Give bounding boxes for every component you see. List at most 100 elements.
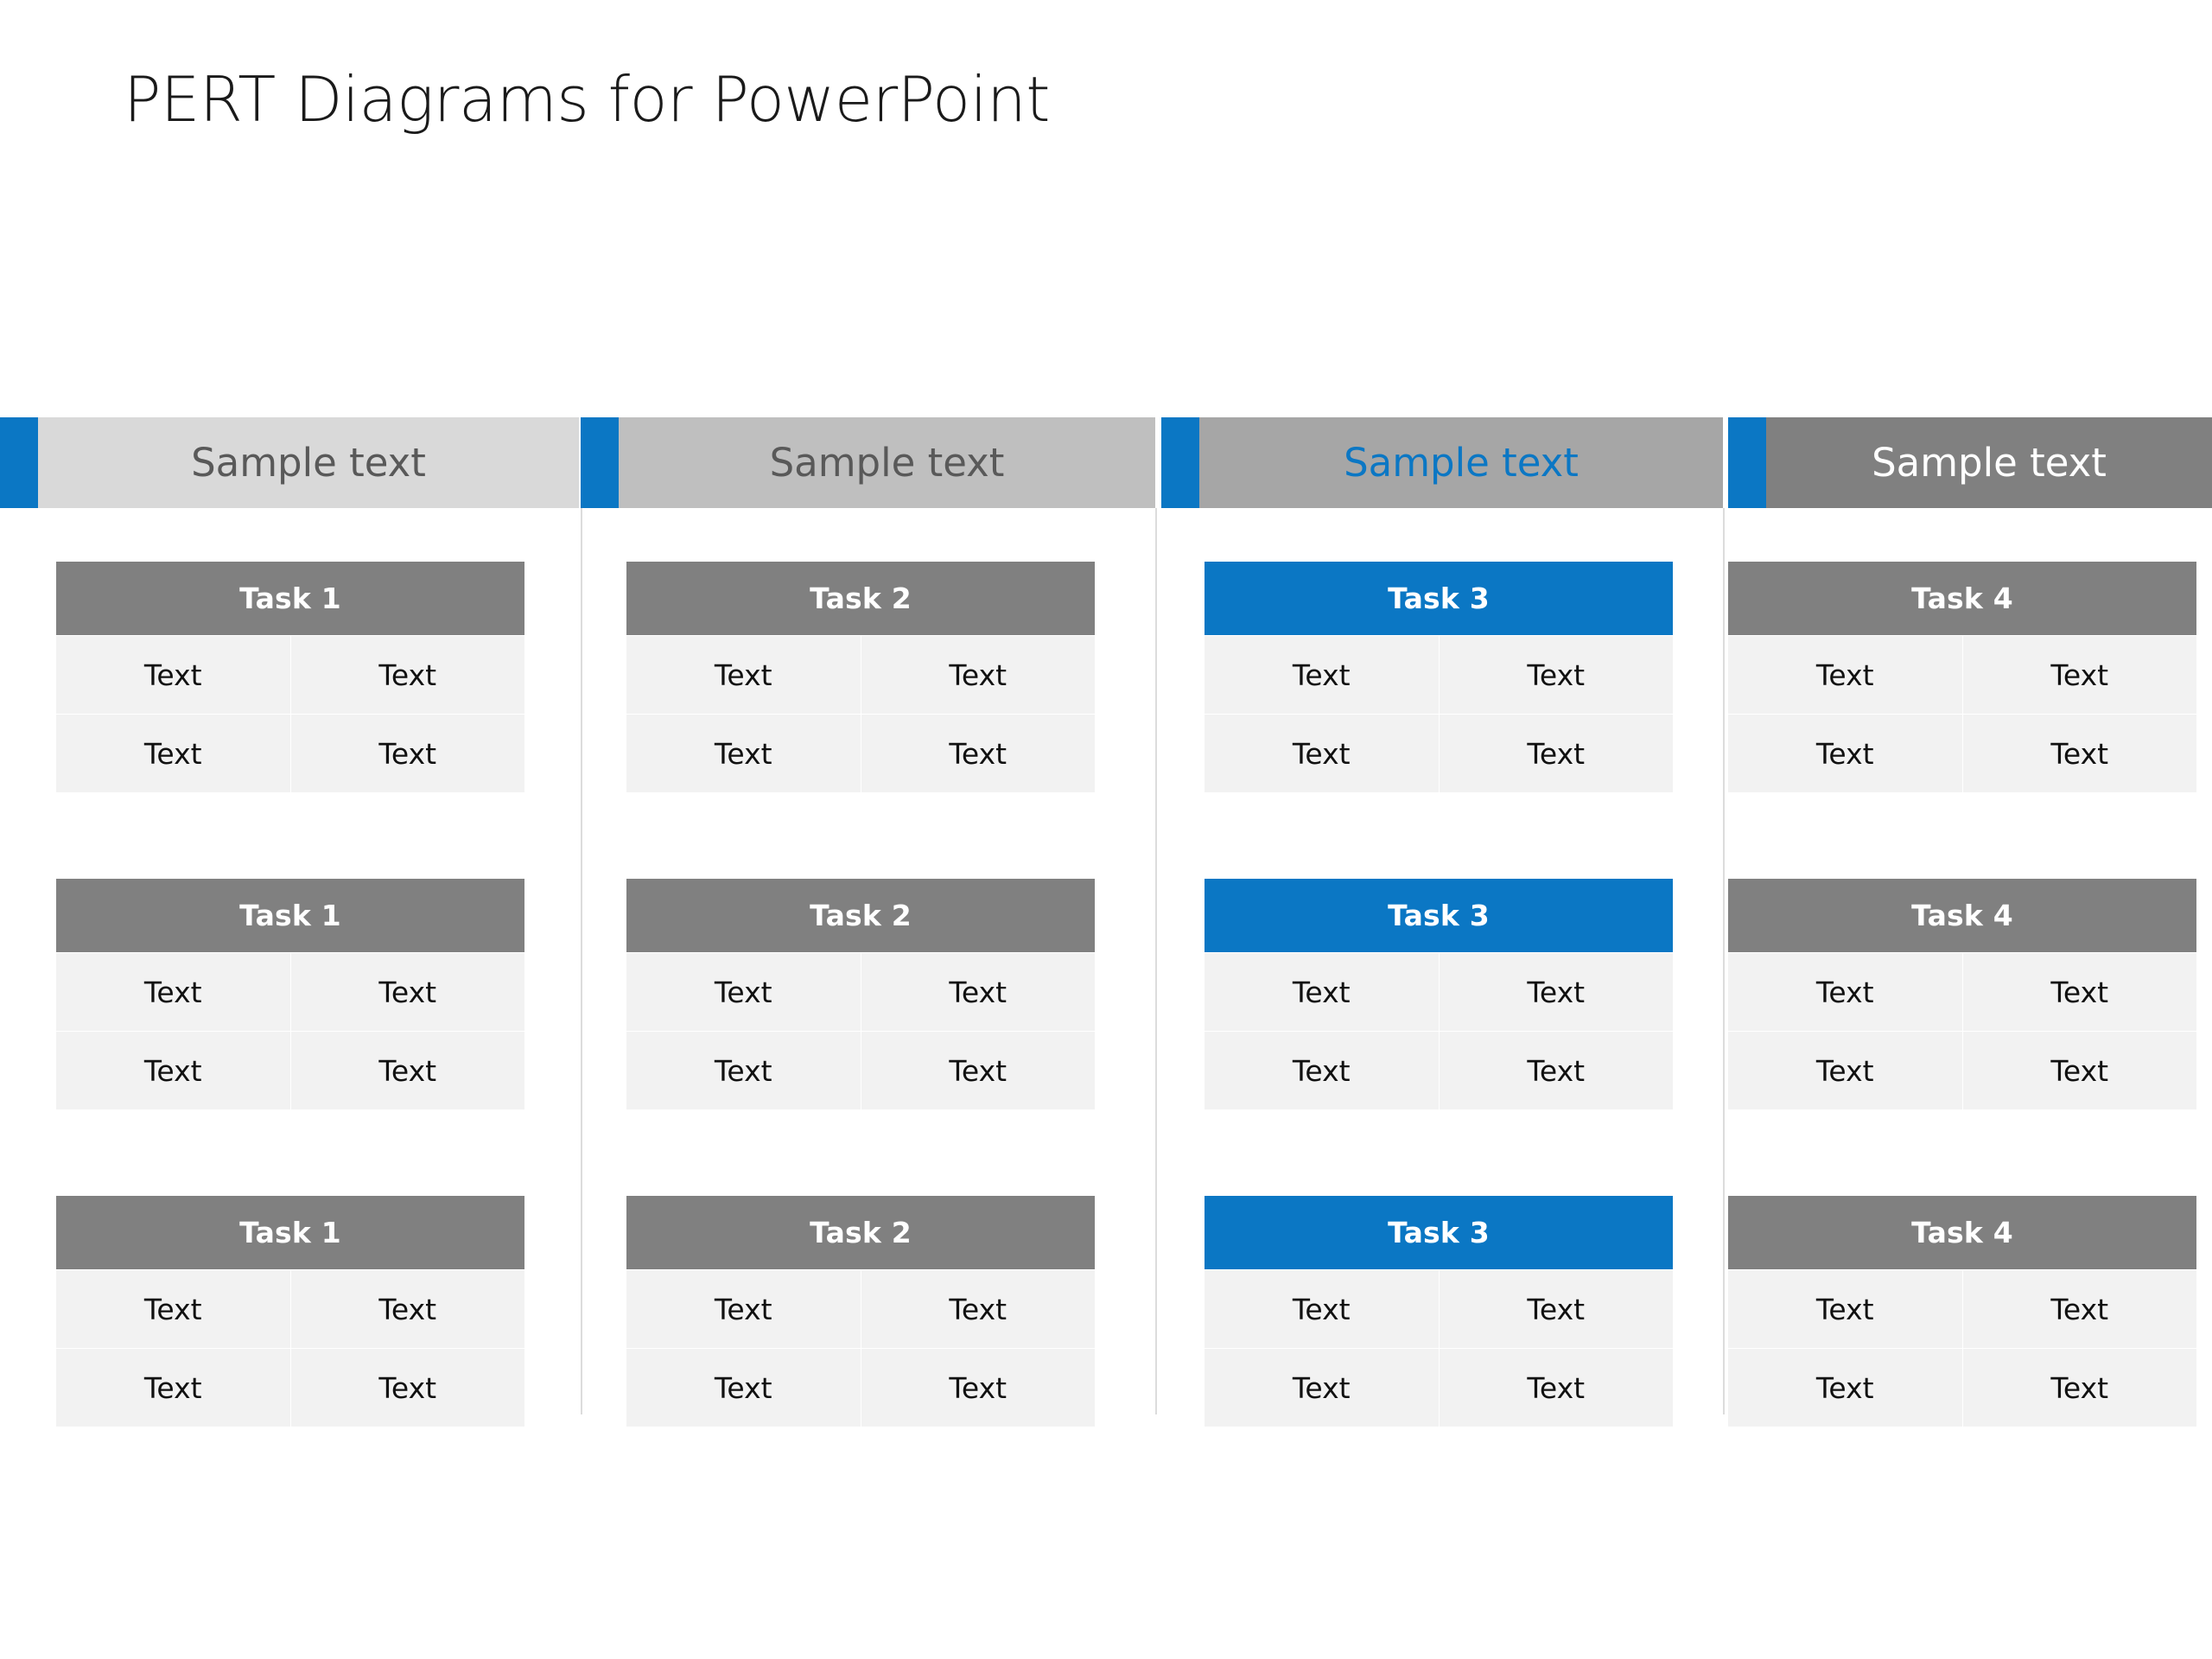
task-cell[interactable]: Text (56, 636, 290, 714)
pert-column-3: Sample text Task 3 Text Text Text Text T… (1161, 417, 1723, 1427)
task-card-title: Task 2 (810, 899, 912, 932)
column-separator (1723, 508, 1725, 1414)
task-cell[interactable]: Text (290, 636, 524, 714)
column-header-2[interactable]: Sample text (581, 417, 1155, 508)
column-header-label: Sample text (1872, 440, 2107, 486)
task-card[interactable]: Task 1 Text Text Text Text (56, 1196, 524, 1427)
task-card-title-bar: Task 2 (626, 879, 1095, 952)
task-card-title-bar: Task 1 (56, 1196, 524, 1269)
task-cell[interactable]: Text (626, 1270, 861, 1348)
task-cell[interactable]: Text (861, 636, 1095, 714)
task-cell[interactable]: Text (626, 1349, 861, 1427)
task-card-title: Task 4 (1911, 1216, 2013, 1249)
task-cell[interactable]: Text (56, 1032, 290, 1109)
task-card-title: Task 3 (1388, 582, 1490, 615)
task-cell[interactable]: Text (861, 715, 1095, 792)
column-header-3[interactable]: Sample text (1161, 417, 1723, 508)
task-cell[interactable]: Text (626, 1032, 861, 1109)
task-cell[interactable]: Text (861, 1270, 1095, 1348)
task-card-title-bar: Task 2 (626, 1196, 1095, 1269)
task-cell[interactable]: Text (1205, 715, 1439, 792)
task-cell[interactable]: Text (1205, 1270, 1439, 1348)
task-cell[interactable]: Text (290, 1349, 524, 1427)
task-card-title-bar: Task 3 (1205, 562, 1673, 635)
column-header-body: Sample text (619, 417, 1155, 508)
column-header-1[interactable]: Sample text (0, 417, 579, 508)
task-cell[interactable]: Text (56, 715, 290, 792)
page-title: PERT Diagrams for PowerPoint (124, 63, 1050, 136)
task-card[interactable]: Task 3 Text Text Text Text (1205, 1196, 1673, 1427)
task-cell[interactable]: Text (56, 1270, 290, 1348)
task-card[interactable]: Task 3 Text Text Text Text (1205, 562, 1673, 792)
task-card[interactable]: Task 2 Text Text Text Text (626, 879, 1095, 1109)
task-card-title-bar: Task 3 (1205, 879, 1673, 952)
task-card[interactable]: Task 1 Text Text Text Text (56, 879, 524, 1109)
task-card-title: Task 1 (239, 582, 341, 615)
pert-column-2: Sample text Task 2 Text Text Text Text T… (581, 417, 1155, 1427)
task-cell[interactable]: Text (861, 1349, 1095, 1427)
task-card-grid: Text Text Text Text (1728, 952, 2196, 1109)
task-cell[interactable]: Text (1439, 953, 1673, 1031)
task-cell[interactable]: Text (1439, 1270, 1673, 1348)
task-cell[interactable]: Text (1962, 953, 2196, 1031)
task-card-title: Task 4 (1911, 582, 2013, 615)
task-cell[interactable]: Text (1962, 715, 2196, 792)
task-cell[interactable]: Text (1439, 636, 1673, 714)
task-cell[interactable]: Text (1439, 1349, 1673, 1427)
task-cell[interactable]: Text (290, 1032, 524, 1109)
task-card-title: Task 1 (239, 1216, 341, 1249)
task-card-title-bar: Task 1 (56, 879, 524, 952)
column-header-label: Sample text (1344, 440, 1579, 486)
task-card-title-bar: Task 1 (56, 562, 524, 635)
task-card-grid: Text Text Text Text (626, 1269, 1095, 1427)
task-card-grid: Text Text Text Text (1205, 952, 1673, 1109)
task-card[interactable]: Task 4 Text Text Text Text (1728, 879, 2196, 1109)
task-card-grid: Text Text Text Text (1205, 635, 1673, 792)
task-cell[interactable]: Text (56, 953, 290, 1031)
task-cell[interactable]: Text (1728, 1349, 1962, 1427)
task-cell[interactable]: Text (290, 715, 524, 792)
task-card-title: Task 3 (1388, 899, 1490, 932)
task-cell[interactable]: Text (1962, 1032, 2196, 1109)
task-card-grid: Text Text Text Text (56, 952, 524, 1109)
task-cell[interactable]: Text (1728, 636, 1962, 714)
task-cell[interactable]: Text (1728, 953, 1962, 1031)
task-card-grid: Text Text Text Text (56, 635, 524, 792)
column-header-accent-tab (1161, 417, 1199, 508)
task-cell[interactable]: Text (290, 953, 524, 1031)
task-cell[interactable]: Text (1205, 953, 1439, 1031)
task-cell[interactable]: Text (1205, 1349, 1439, 1427)
task-card-grid: Text Text Text Text (1728, 1269, 2196, 1427)
task-card[interactable]: Task 1 Text Text Text Text (56, 562, 524, 792)
pert-diagram-board: Sample text Task 1 Text Text Text Text T… (0, 417, 2212, 1427)
task-cell[interactable]: Text (1728, 1270, 1962, 1348)
column-header-label: Sample text (191, 440, 426, 486)
task-cell[interactable]: Text (861, 1032, 1095, 1109)
task-cell[interactable]: Text (1728, 715, 1962, 792)
task-card-title-bar: Task 3 (1205, 1196, 1673, 1269)
task-card[interactable]: Task 3 Text Text Text Text (1205, 879, 1673, 1109)
task-cell[interactable]: Text (626, 636, 861, 714)
task-cell[interactable]: Text (1962, 1270, 2196, 1348)
task-card-title-bar: Task 4 (1728, 879, 2196, 952)
task-cell[interactable]: Text (1439, 1032, 1673, 1109)
column-header-label: Sample text (769, 440, 1005, 486)
task-cell[interactable]: Text (1962, 1349, 2196, 1427)
task-cell[interactable]: Text (290, 1270, 524, 1348)
column-header-body: Sample text (38, 417, 579, 508)
task-cell[interactable]: Text (1205, 636, 1439, 714)
task-cell[interactable]: Text (626, 715, 861, 792)
task-cell[interactable]: Text (1205, 1032, 1439, 1109)
task-card-title: Task 2 (810, 1216, 912, 1249)
task-card[interactable]: Task 4 Text Text Text Text (1728, 1196, 2196, 1427)
task-cell[interactable]: Text (1439, 715, 1673, 792)
column-header-4[interactable]: Sample text (1728, 417, 2212, 508)
task-card[interactable]: Task 4 Text Text Text Text (1728, 562, 2196, 792)
task-cell[interactable]: Text (626, 953, 861, 1031)
task-cell[interactable]: Text (1962, 636, 2196, 714)
task-cell[interactable]: Text (56, 1349, 290, 1427)
task-cell[interactable]: Text (1728, 1032, 1962, 1109)
task-card[interactable]: Task 2 Text Text Text Text (626, 562, 1095, 792)
task-cell[interactable]: Text (861, 953, 1095, 1031)
task-card[interactable]: Task 2 Text Text Text Text (626, 1196, 1095, 1427)
